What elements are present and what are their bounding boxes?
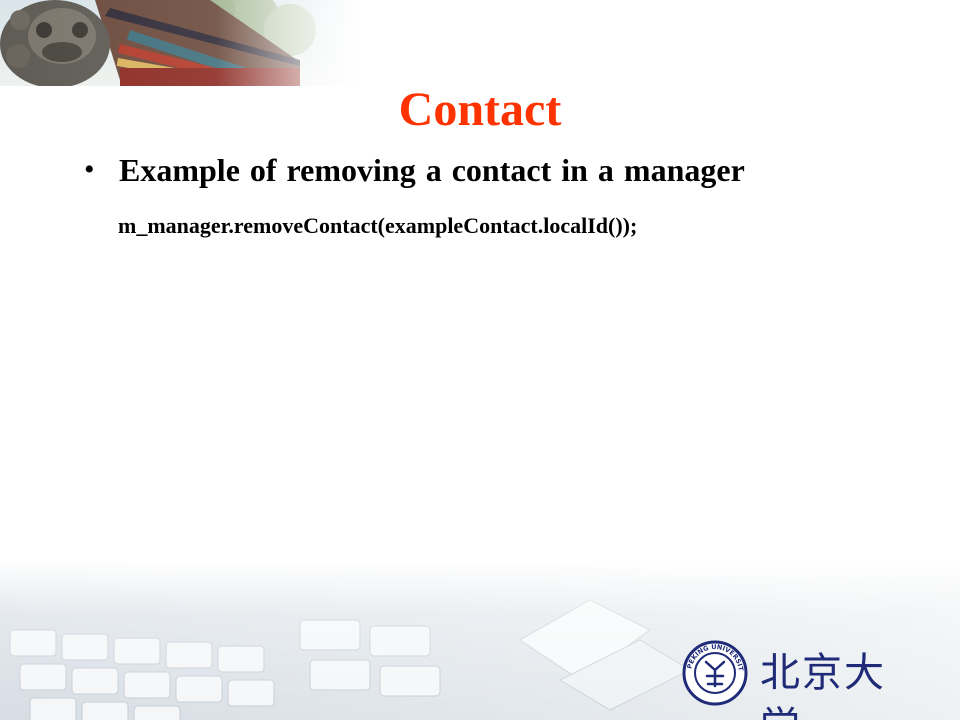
university-name: 北京大学 [760, 650, 886, 720]
campus-photo-banner [0, 0, 360, 86]
bullet-text: Example of removing a contact in a manag… [119, 152, 745, 188]
code-example: m_manager.removeContact(exampleContact.l… [118, 213, 638, 238]
slide-title: Contact [398, 83, 562, 136]
slide: Contact • Example of removing a contact … [0, 0, 960, 720]
university-logo: PEKING UNIVERSITY 1898 北京大学 [682, 640, 922, 720]
bullet-marker: • [84, 153, 95, 186]
university-seal-icon: PEKING UNIVERSITY 1898 [682, 640, 748, 706]
